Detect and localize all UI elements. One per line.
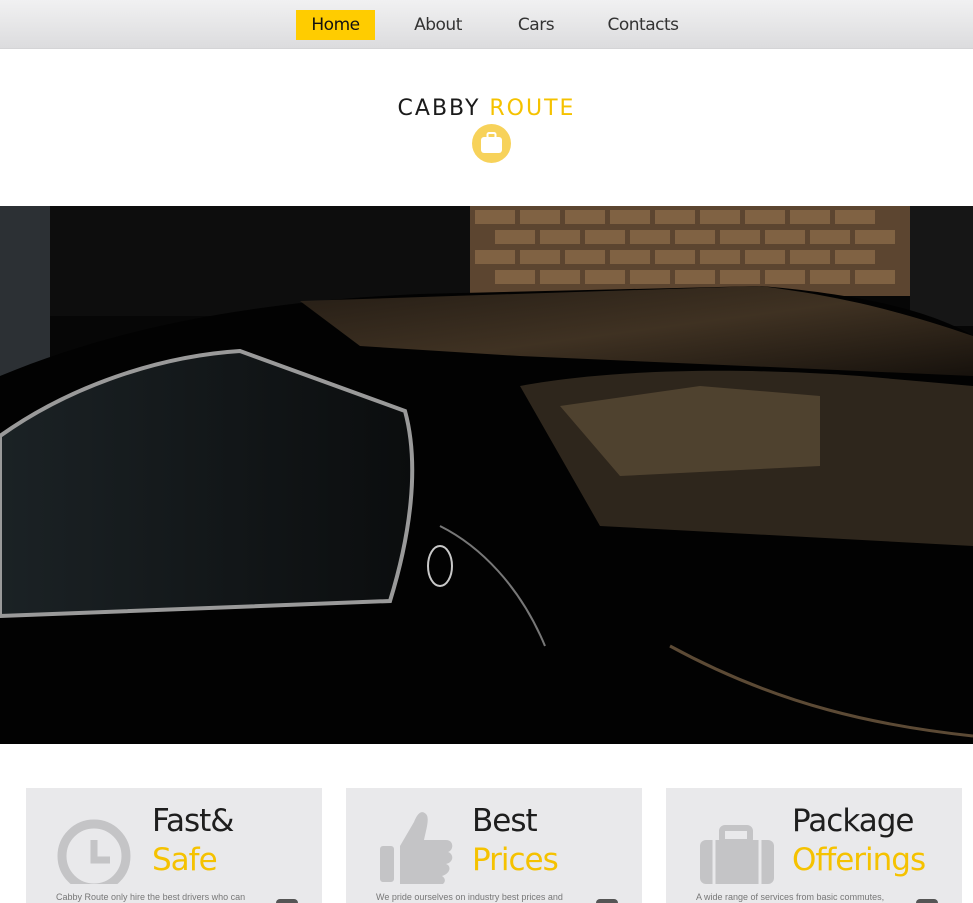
feature-card-fast-safe: Fast& Safe Cabby Route only hire the bes… [26,788,322,903]
read-more-button[interactable] [916,899,938,903]
feature-title: Package Offerings [792,803,926,878]
nav-home[interactable]: Home [296,10,375,40]
nav-about[interactable]: About [398,10,478,40]
logo-word-route: ROUTE [489,96,576,121]
feature-description: We pride ourselves on industry best pric… [376,892,563,902]
hero-car-image [0,206,973,744]
nav-contacts[interactable]: Contacts [600,10,686,40]
feature-description: A wide range of services from basic comm… [696,892,885,902]
site-logo[interactable]: CABBY ROUTE [0,96,973,121]
nav-cars[interactable]: Cars [504,10,568,40]
top-nav: Home About Cars Contacts [0,0,973,49]
read-more-button[interactable] [276,899,298,903]
briefcase-icon [696,800,776,884]
feature-description: Cabby Route only hire the best drivers w… [56,892,246,902]
feature-title: Best Prices [472,803,559,878]
clock-icon [56,800,136,893]
read-more-button[interactable] [596,899,618,903]
logo-word-cabby: CABBY [397,96,481,121]
briefcase-icon [472,124,511,163]
thumbs-up-icon [376,800,456,886]
feature-card-best-prices: Best Prices We pride ourselves on indust… [346,788,642,903]
feature-title: Fast& Safe [152,803,234,878]
feature-card-package-offerings: Package Offerings A wide range of servic… [666,788,962,903]
